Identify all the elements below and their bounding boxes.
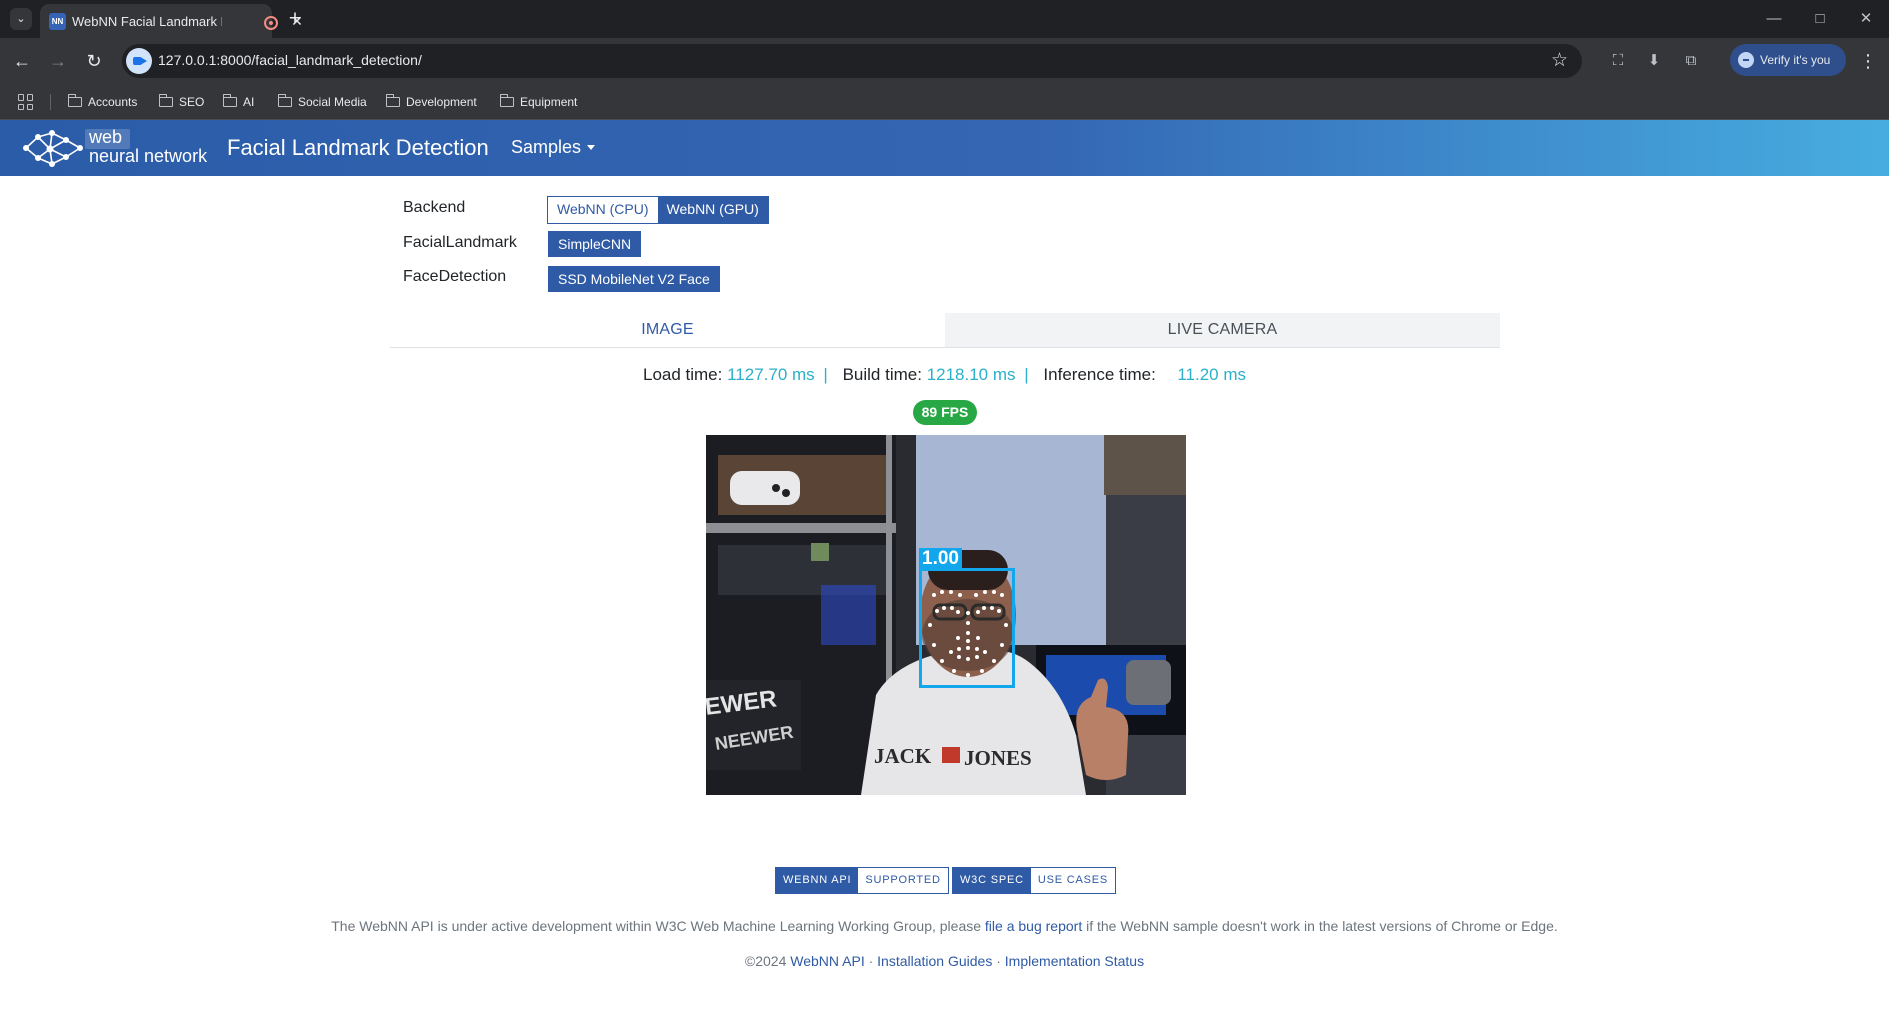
logo-text-neural-network[interactable]: neural network <box>89 147 207 165</box>
reload-icon[interactable]: ↻ <box>80 47 108 75</box>
hoodie-text-right: JONES <box>964 746 1032 770</box>
apps-grid-icon[interactable] <box>18 94 34 110</box>
backend-gpu-button[interactable]: WebNN (GPU) <box>657 197 768 223</box>
camera-in-use-icon[interactable] <box>126 48 152 74</box>
back-arrow-icon[interactable]: ← <box>8 47 36 75</box>
input-tabs: IMAGE LIVE CAMERA <box>390 313 1500 348</box>
extensions-puzzle-icon[interactable]: ⧉ <box>1678 48 1704 74</box>
bookmarks-bar: Accounts SEO AI Social Media Development… <box>0 84 1889 120</box>
page-title[interactable]: Facial Landmark Detection <box>227 135 489 161</box>
fps-badge: 89 FPS <box>913 400 977 425</box>
address-bar[interactable]: 127.0.0.1:8000/facial_landmark_detection… <box>122 44 1582 78</box>
url-text[interactable]: 127.0.0.1:8000/facial_landmark_detection… <box>158 52 422 68</box>
verify-profile-button[interactable]: Verify it's you <box>1730 44 1846 76</box>
load-time-label: Load time: <box>642 365 723 384</box>
copyright-text: ©2024 <box>744 953 787 969</box>
forward-arrow-icon[interactable]: → <box>44 47 72 75</box>
webnn-api-link[interactable]: WebNN API <box>790 953 864 969</box>
download-icon[interactable]: ⬇ <box>1641 48 1667 74</box>
inference-time-label: Inference time: <box>1043 365 1156 384</box>
browser-tabstrip: ⌄ NN WebNN Facial Landmark Detection ✕ +… <box>0 0 1889 38</box>
load-time-value: 1127.70 ms <box>727 365 815 384</box>
detection-score-label: 1.00 <box>919 548 962 570</box>
shield-w3c-spec-text: W3C SPEC <box>953 868 1031 893</box>
bookmark-star-icon[interactable]: ☆ <box>1551 48 1568 74</box>
neural-network-logo-icon[interactable] <box>22 128 84 168</box>
bookmark-seo[interactable]: SEO <box>157 92 204 112</box>
tab-live-camera[interactable]: LIVE CAMERA <box>945 313 1500 347</box>
backend-button-group: WebNN (CPU) WebNN (GPU) <box>547 196 769 224</box>
browser-toolbar: ← → ↻ 127.0.0.1:8000/facial_landmark_det… <box>0 38 1889 84</box>
bookmark-ai[interactable]: AI <box>221 92 254 112</box>
bookmark-accounts[interactable]: Accounts <box>66 92 137 112</box>
maximize-icon[interactable]: □ <box>1806 6 1834 32</box>
timing-separator: | <box>1024 365 1029 384</box>
footer-note: The WebNN API is under active developmen… <box>0 918 1889 934</box>
installation-guides-link[interactable]: Installation Guides <box>877 953 992 969</box>
backend-label: Backend <box>403 199 466 216</box>
folder-icon <box>222 94 237 107</box>
timing-stats: Load time: 1127.70 ms | Build time: 1218… <box>0 365 1889 385</box>
tab-image[interactable]: IMAGE <box>390 313 945 347</box>
samples-dropdown[interactable]: Samples <box>511 137 596 158</box>
shield-webnn-api-text: WEBNN API <box>776 868 859 893</box>
profile-avatar-icon <box>1738 52 1754 68</box>
implementation-status-link[interactable]: Implementation Status <box>1005 953 1144 969</box>
folder-icon <box>385 94 400 107</box>
samples-label: Samples <box>511 137 582 157</box>
build-time-label: Build time: <box>842 365 922 384</box>
screen-capture-icon[interactable]: ⛶ <box>1605 48 1631 74</box>
timing-separator: | <box>823 365 828 384</box>
bookmark-development[interactable]: Development <box>384 92 477 112</box>
site-navbar: web neural network Facial Landmark Detec… <box>0 120 1889 176</box>
browser-tab-active[interactable]: NN WebNN Facial Landmark Detection ✕ <box>40 4 303 38</box>
folder-icon <box>277 94 292 107</box>
simplecnn-button[interactable]: SimpleCNN <box>548 231 642 257</box>
camera-output-canvas: EWER NEEWER JACK JONES 1.00 <box>706 435 1186 795</box>
tab-title: WebNN Facial Landmark Detection <box>72 14 222 29</box>
build-time-value: 1218.10 ms <box>926 365 1016 384</box>
face-bounding-box <box>919 568 1015 688</box>
bookmark-social-media[interactable]: Social Media <box>276 92 367 112</box>
tab-search-chevron-icon[interactable]: ⌄ <box>10 8 32 30</box>
folder-icon <box>158 94 173 107</box>
shield-use-cases-text: USE CASES <box>1030 868 1116 893</box>
minimize-icon[interactable]: — <box>1760 6 1788 32</box>
webnn-api-shield[interactable]: WEBNN API SUPPORTED <box>775 867 949 894</box>
folder-icon <box>67 94 82 107</box>
footer-note-before: The WebNN API is under active developmen… <box>331 918 982 934</box>
bookmarks-separator <box>50 94 51 110</box>
facial-landmark-label: FacialLandmark <box>403 234 517 251</box>
verify-label: Verify it's you <box>1760 53 1831 67</box>
footer-note-after: if the WebNN sample doesn't work in the … <box>1086 918 1558 934</box>
ssd-mobilenet-button[interactable]: SSD MobileNet V2 Face <box>548 266 720 292</box>
footer-dot: · <box>868 953 874 969</box>
backend-cpu-button[interactable]: WebNN (CPU) <box>548 197 658 223</box>
caret-down-icon <box>587 145 596 150</box>
w3c-spec-shield[interactable]: W3C SPEC USE CASES <box>952 867 1117 894</box>
hoodie-text-left: JACK <box>874 744 932 768</box>
webnn-favicon-icon: NN <box>49 13 66 30</box>
inference-time-value: 11.20 ms <box>1177 365 1247 384</box>
face-detection-label: FaceDetection <box>403 268 507 285</box>
logo-text-web[interactable]: web <box>89 128 122 146</box>
footer-copyright: ©2024 WebNN API · Installation Guides · … <box>0 953 1889 969</box>
bookmark-equipment[interactable]: Equipment <box>498 92 577 112</box>
new-tab-icon[interactable]: + <box>282 6 308 32</box>
file-bug-report-link[interactable]: file a bug report <box>985 918 1082 934</box>
footer-dot: · <box>996 953 1001 969</box>
folder-icon <box>499 94 514 107</box>
browser-menu-icon[interactable]: ⋮ <box>1856 48 1880 74</box>
shield-supported-text: SUPPORTED <box>858 868 948 893</box>
recording-indicator-icon <box>264 16 278 30</box>
window-close-icon[interactable]: ✕ <box>1852 6 1880 32</box>
